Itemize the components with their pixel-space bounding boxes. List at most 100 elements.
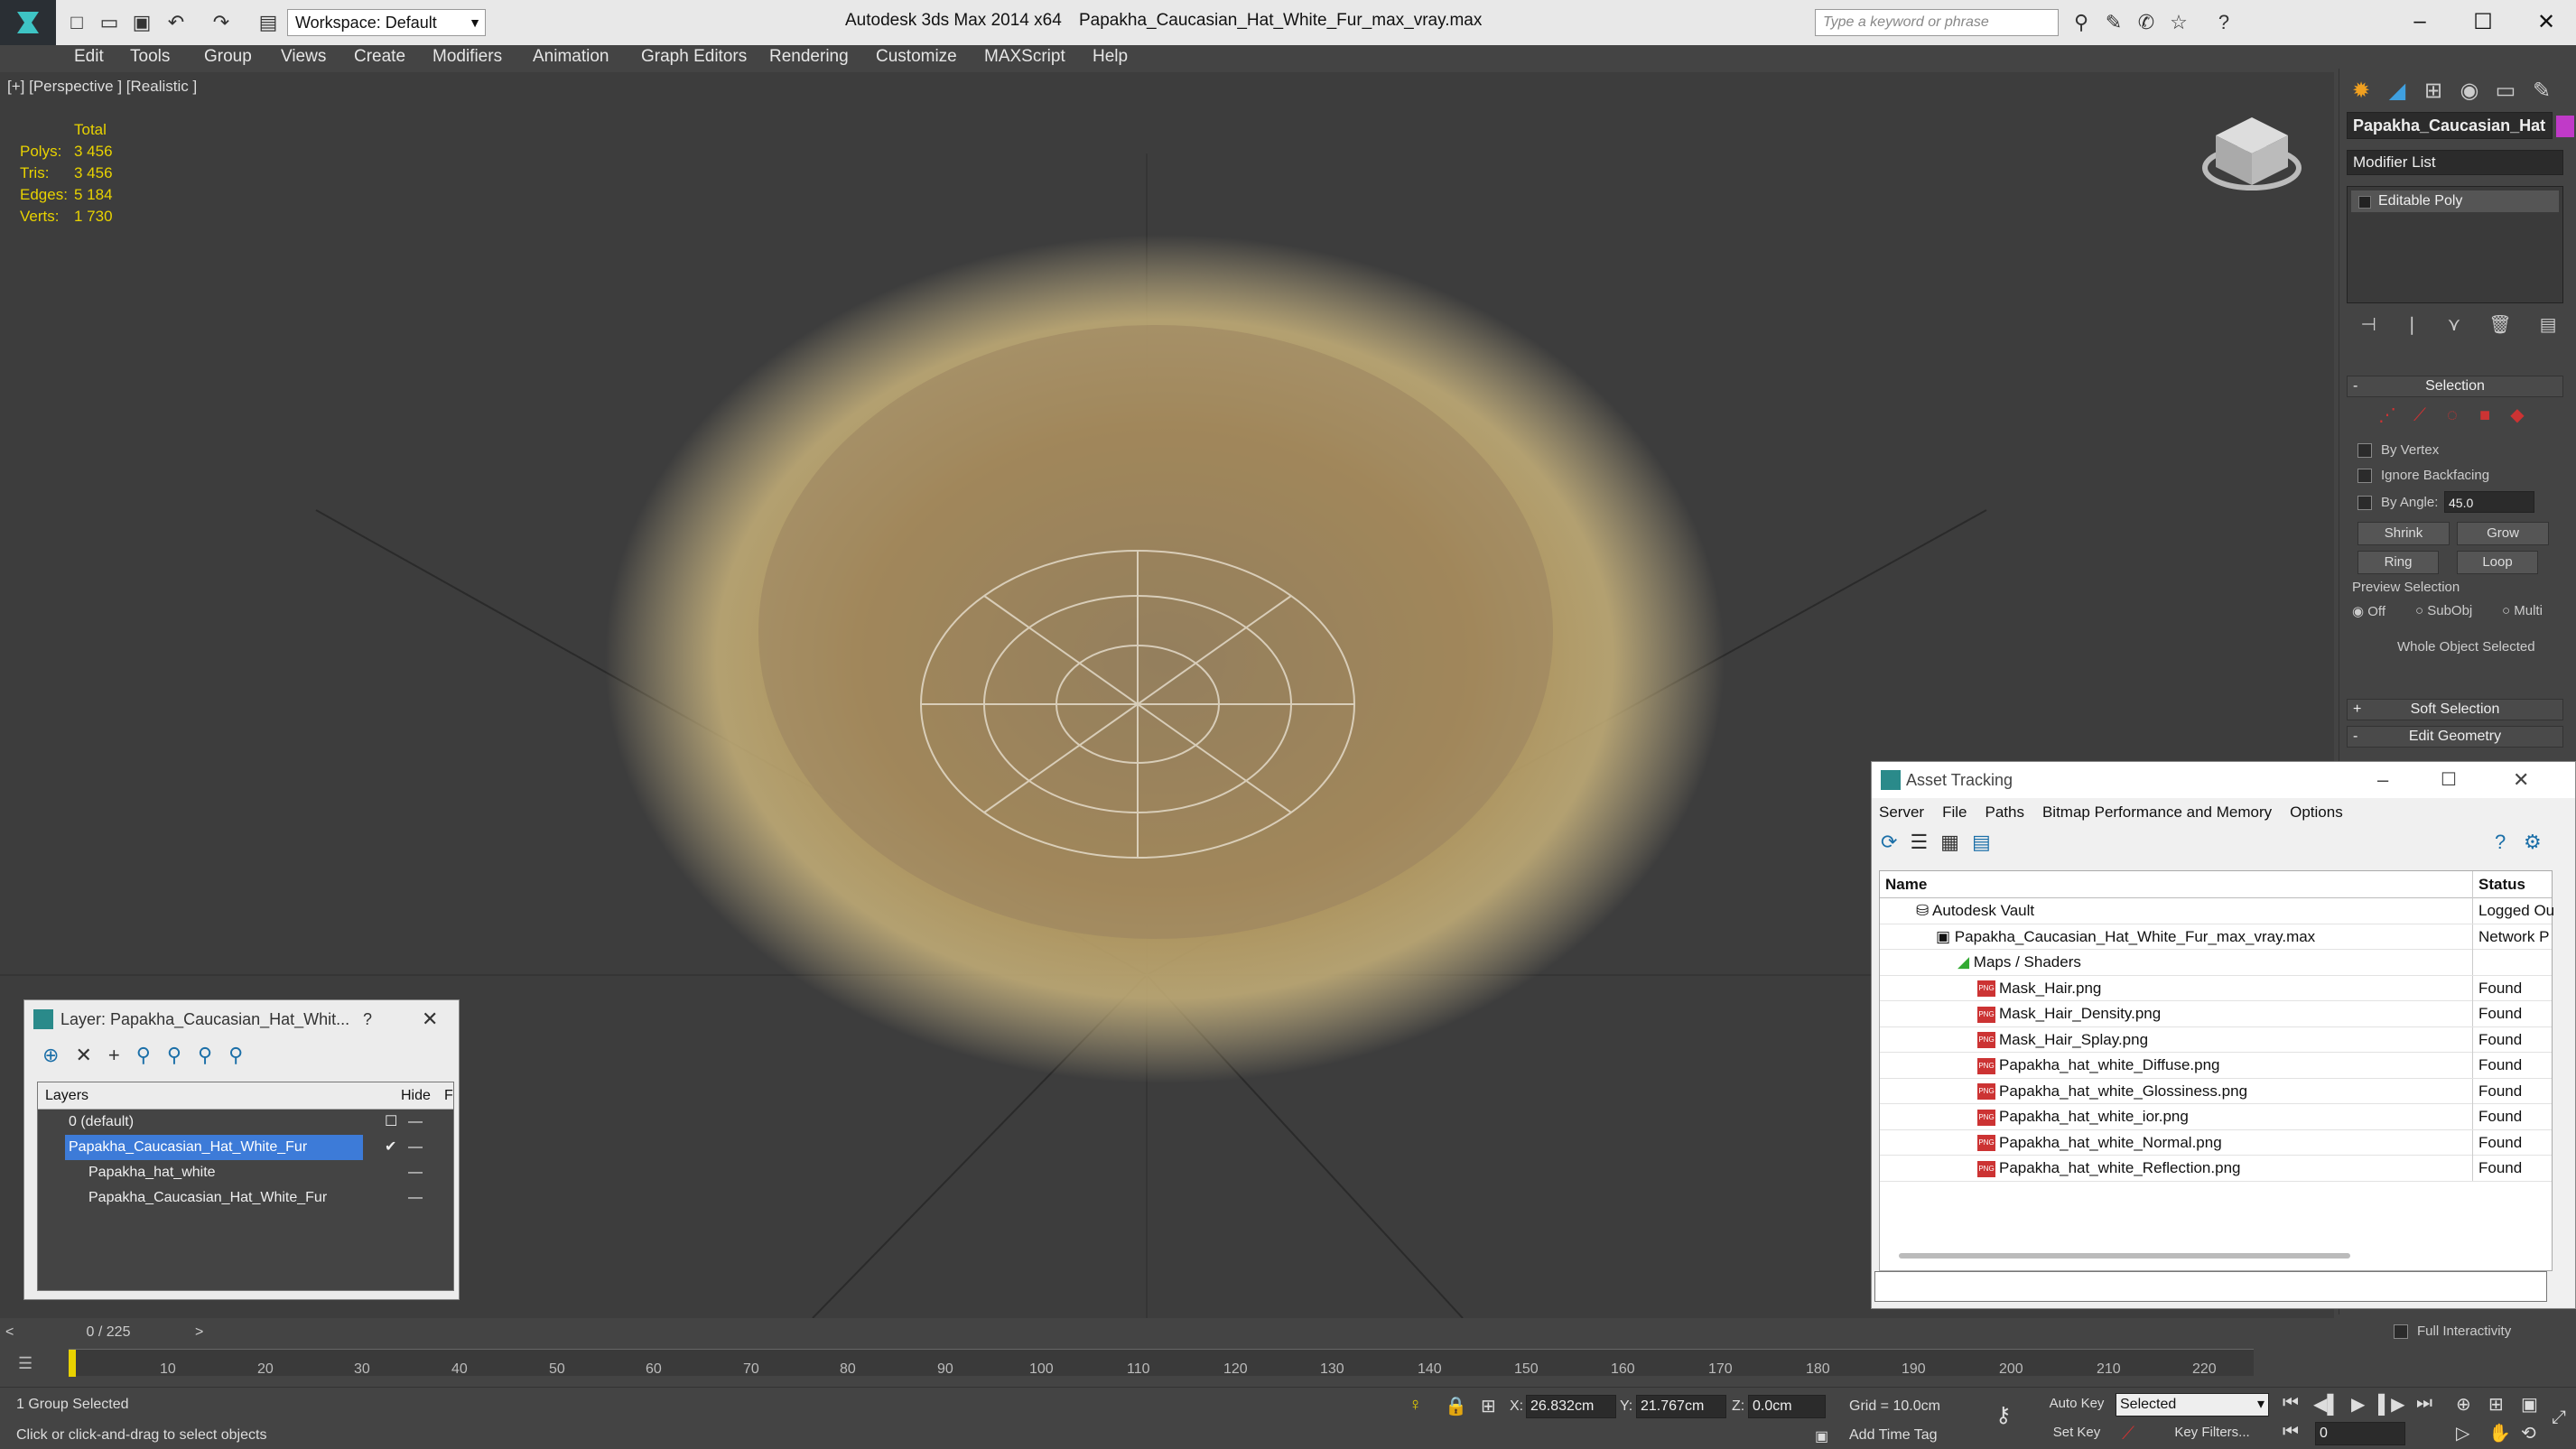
binoculars-icon[interactable]: ⚲ [2068,9,2095,36]
layer-hide-toggle[interactable]: — [408,1110,423,1135]
asset-row[interactable]: PNG Papakha_hat_white_Glossiness.png Found [1880,1078,2552,1104]
soft-selection-rollout[interactable]: + Soft Selection [2347,699,2563,720]
field-of-view-icon[interactable]: ▷ [2456,1422,2469,1444]
y-coordinate-field[interactable]: 21.767cm [1636,1395,1726,1418]
new-file-icon[interactable]: □ [63,9,90,36]
orbit-icon[interactable]: ⟲ [2521,1422,2536,1444]
asset-menu-server[interactable]: Server [1879,800,1924,825]
add-to-layer-icon[interactable]: + [108,1044,120,1067]
grow-button[interactable]: Grow [2457,522,2549,545]
select-layer-icon[interactable]: ⚲ [167,1044,181,1067]
delete-layer-icon[interactable]: ✕ [75,1044,91,1067]
motion-tab-icon[interactable]: ◉ [2451,74,2488,107]
x-coordinate-field[interactable]: 26.832cm [1526,1395,1616,1418]
layer-row[interactable]: 0 (default) ☐ — [38,1110,453,1135]
status-column-header[interactable]: Status [2472,871,2525,898]
undo-icon[interactable]: ↶ [163,9,190,36]
app-menu-button[interactable] [0,0,56,45]
asset-row[interactable]: PNG Mask_Hair.png Found [1880,975,2552,1001]
layer-help-button[interactable]: ? [363,1000,372,1038]
pin-stack-icon[interactable]: ⊣ [2360,313,2376,336]
minimize-button[interactable]: – [2393,5,2447,38]
hide-column-header[interactable]: Hide [401,1082,431,1110]
open-file-icon[interactable]: ▭ [96,9,123,36]
layer-close-button[interactable]: ✕ [422,1000,438,1038]
asset-close-button[interactable]: ✕ [2513,762,2529,798]
track-bar[interactable] [69,1349,2254,1377]
time-tag-icon[interactable]: ▣ [1815,1427,1828,1445]
object-color-swatch[interactable] [2556,116,2574,137]
vertex-icon[interactable]: ⋰ [2376,404,2399,426]
asset-row[interactable]: PNG Mask_Hair_Density.png Found [1880,1001,2552,1027]
by-angle-checkbox[interactable]: By Angle: [2357,495,2438,510]
menu-modifiers[interactable]: Modifiers [432,47,502,67]
layer-current-checkbox[interactable]: ☐ [385,1110,397,1135]
menu-graph-editors[interactable]: Graph Editors [641,47,747,67]
new-layer-icon[interactable]: ⊕ [42,1044,59,1067]
element-icon[interactable]: ◆ [2506,404,2529,426]
menu-create[interactable]: Create [354,47,405,67]
asset-menu-paths[interactable]: Paths [1985,800,2023,825]
asset-row[interactable]: ⛁ Autodesk Vault Logged Ou [1880,898,2553,924]
hierarchy-tab-icon[interactable]: ⊞ [2415,74,2451,107]
edit-geometry-rollout[interactable]: - Edit Geometry [2347,726,2563,748]
freeze-column-header[interactable]: F [444,1082,453,1110]
name-column-header[interactable]: Name [1885,871,1927,898]
z-coordinate-field[interactable]: 0.0cm [1748,1395,1826,1418]
asset-menu-bitmap[interactable]: Bitmap Performance and Memory [2042,800,2272,825]
time-slider[interactable]: < 0 / 225 > [0,1322,217,1343]
key-mode-toggle-icon[interactable]: ⏮ [2283,1422,2299,1443]
shrink-button[interactable]: Shrink [2357,522,2450,545]
current-frame-field[interactable]: 0 [2315,1422,2405,1445]
polygon-icon[interactable]: ■ [2473,404,2497,426]
asset-help-icon[interactable]: ? [2495,831,2506,854]
curve-editor-icon[interactable]: ☰ [18,1354,33,1373]
selection-lock-icon[interactable]: 🔒 [1445,1395,1467,1417]
remove-modifier-icon[interactable]: 🗑 [2488,313,2511,336]
auto-key-button[interactable]: Auto Key [2042,1393,2111,1416]
isolate-selection-icon[interactable]: ♀ [1409,1395,1422,1416]
add-time-tag-button[interactable]: Add Time Tag [1849,1427,1938,1444]
select-objects-icon[interactable]: ⚲ [136,1044,151,1067]
show-end-result-icon[interactable]: ❘ [2404,313,2420,336]
zoom-icon[interactable]: ⊕ [2456,1393,2471,1416]
preview-off-radio[interactable]: ◉ Off [2352,603,2385,619]
favorites-icon[interactable]: ☆ [2165,9,2192,36]
menu-animation[interactable]: Animation [533,47,609,67]
asset-path-input[interactable] [1874,1271,2547,1302]
set-current-layer-icon[interactable]: ⚲ [198,1044,212,1067]
border-icon[interactable]: ◌ [2441,404,2464,426]
layer-row[interactable]: Papakha_Caucasian_Hat_White_Fur — [38,1185,453,1211]
asset-menu-file[interactable]: File [1942,800,1967,825]
subscription-icon[interactable]: ✎ [2100,9,2127,36]
table-view-icon[interactable]: ▤ [1972,831,1991,854]
layer-hide-toggle[interactable]: — [408,1185,423,1211]
menu-tools[interactable]: Tools [130,47,170,67]
time-marker[interactable] [69,1350,76,1377]
help-icon[interactable]: ? [2210,9,2237,36]
asset-menu-options[interactable]: Options [2290,800,2343,825]
key-filters-button[interactable]: Key Filters... [2158,1422,2266,1445]
play-icon[interactable]: ▶ [2351,1393,2365,1416]
list-view-icon[interactable]: ☰ [1910,831,1928,854]
by-vertex-checkbox[interactable]: By Vertex [2357,442,2439,458]
set-key-button[interactable]: Set Key [2042,1422,2111,1445]
preview-subobj-radio[interactable]: ○ SubObj [2415,603,2472,618]
asset-row[interactable]: ◢ Maps / Shaders [1880,950,2552,976]
prev-frame-icon[interactable]: < [5,1322,14,1343]
make-unique-icon[interactable]: ⋎ [2448,313,2461,336]
configure-modifier-sets-icon[interactable]: ▤ [2540,313,2557,336]
layers-column-header[interactable]: Layers [45,1082,88,1110]
asset-horizontal-scrollbar[interactable] [1899,1253,2350,1259]
modifier-editable-poly[interactable]: Editable Poly [2351,190,2559,212]
asset-row[interactable]: PNG Mask_Hair_Splay.png Found [1880,1026,2552,1053]
object-name-field[interactable]: Papakha_Caucasian_Hat [2347,112,2553,139]
selection-rollout[interactable]: - Selection [2347,376,2563,397]
modify-tab-icon[interactable]: ◢ [2379,74,2415,107]
go-to-start-icon[interactable]: ⏮ [2283,1393,2299,1414]
next-frame-icon[interactable]: ▌▶ [2378,1393,2405,1416]
menu-help[interactable]: Help [1093,47,1128,67]
layer-row[interactable]: Papakha_hat_white — [38,1160,453,1185]
asset-settings-icon[interactable]: ⚙ [2524,831,2542,854]
next-frame-icon[interactable]: > [195,1322,203,1343]
